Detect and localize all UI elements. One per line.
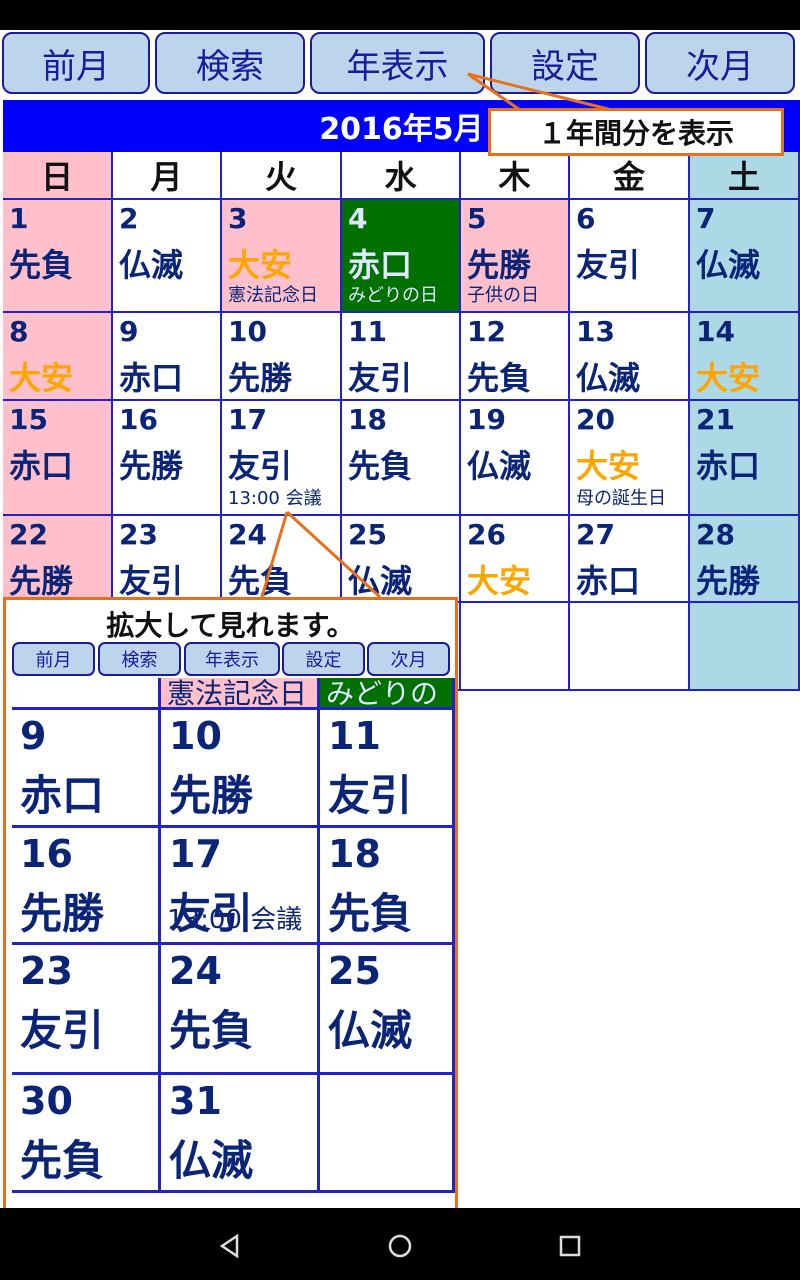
- zoom-rokuyo-label: 先負: [328, 889, 413, 938]
- zoom-settings-button[interactable]: 設定: [282, 642, 365, 676]
- zoom-day-number: 9: [20, 714, 47, 758]
- zoom-day-number: 30: [20, 1079, 73, 1123]
- zoom-day-cell[interactable]: 31 仏滅: [161, 1075, 320, 1193]
- zoom-partial-cell: みどりの: [320, 678, 455, 710]
- zoom-rokuyo-label: 先勝: [169, 771, 254, 820]
- home-icon[interactable]: [380, 1226, 420, 1266]
- zoom-event-label: みどりの: [326, 678, 439, 710]
- zoom-rokuyo-label: 赤口: [20, 771, 105, 820]
- zoom-day-cell[interactable]: 18 先負: [320, 828, 455, 945]
- zoom-year-view-button[interactable]: 年表示: [184, 642, 280, 676]
- zoom-next-month-button[interactable]: 次月: [367, 642, 450, 676]
- tooltip-pointer-line: [467, 72, 613, 112]
- zoom-day-cell[interactable]: 17 友引 13:00 会議: [161, 828, 320, 945]
- zoom-day-cell[interactable]: 16 先勝: [12, 828, 161, 945]
- zoom-day-number: 17: [169, 832, 222, 876]
- zoom-rokuyo-label: 先負: [20, 1136, 105, 1185]
- zoom-preview-panel: 拡大して見れます。 前月 検索 年表示 設定 次月 憲法記念日 みどりの 9 赤口 10…: [3, 597, 458, 1227]
- zoom-day-number: 25: [328, 949, 381, 993]
- zoom-partial-cell: [12, 678, 161, 710]
- zoom-day-cell[interactable]: 30 先負: [12, 1075, 161, 1193]
- zoom-day-number: 18: [328, 832, 381, 876]
- zoom-partial-cell: 憲法記念日: [161, 678, 320, 710]
- back-icon[interactable]: [210, 1226, 250, 1266]
- recents-icon[interactable]: [550, 1226, 590, 1266]
- zoom-day-number: 10: [169, 714, 222, 758]
- zoom-pointer-line-2: [285, 510, 382, 599]
- zoom-rokuyo-label: 仏滅: [328, 1006, 413, 1055]
- zoom-day-number: 31: [169, 1079, 222, 1123]
- zoom-day-number: 24: [169, 949, 222, 993]
- zoom-caption: 拡大して見れます。: [106, 609, 355, 642]
- zoom-rokuyo-label: 先負: [169, 1006, 254, 1055]
- navigation-bar: [0, 1208, 800, 1280]
- zoom-day-cell[interactable]: 11 友引: [320, 710, 455, 828]
- zoom-event-label: 憲法記念日: [167, 678, 308, 710]
- zoom-day-number: 16: [20, 832, 73, 876]
- zoom-prev-month-button[interactable]: 前月: [12, 642, 95, 676]
- zoom-rokuyo-label: 友引: [20, 1006, 105, 1055]
- zoom-day-cell[interactable]: 9 赤口: [12, 710, 161, 828]
- zoom-rokuyo-label: 先勝: [20, 889, 105, 938]
- zoom-event-label: 13:00 会議: [167, 905, 303, 935]
- zoom-day-cell: [320, 1075, 455, 1193]
- zoom-pointer-line: [260, 511, 289, 598]
- zoom-rokuyo-label: 友引: [328, 771, 413, 820]
- zoom-day-cell[interactable]: 23 友引: [12, 945, 161, 1075]
- zoom-search-button[interactable]: 検索: [98, 642, 181, 676]
- year-view-tooltip: １年間分を表示: [488, 108, 784, 156]
- zoom-day-cell[interactable]: 10 先勝: [161, 710, 320, 828]
- zoom-day-number: 11: [328, 714, 381, 758]
- zoom-rokuyo-label: 仏滅: [169, 1136, 254, 1185]
- zoom-day-cell[interactable]: 24 先負: [161, 945, 320, 1075]
- zoom-day-cell[interactable]: 25 仏滅: [320, 945, 455, 1075]
- zoom-day-number: 23: [20, 949, 73, 993]
